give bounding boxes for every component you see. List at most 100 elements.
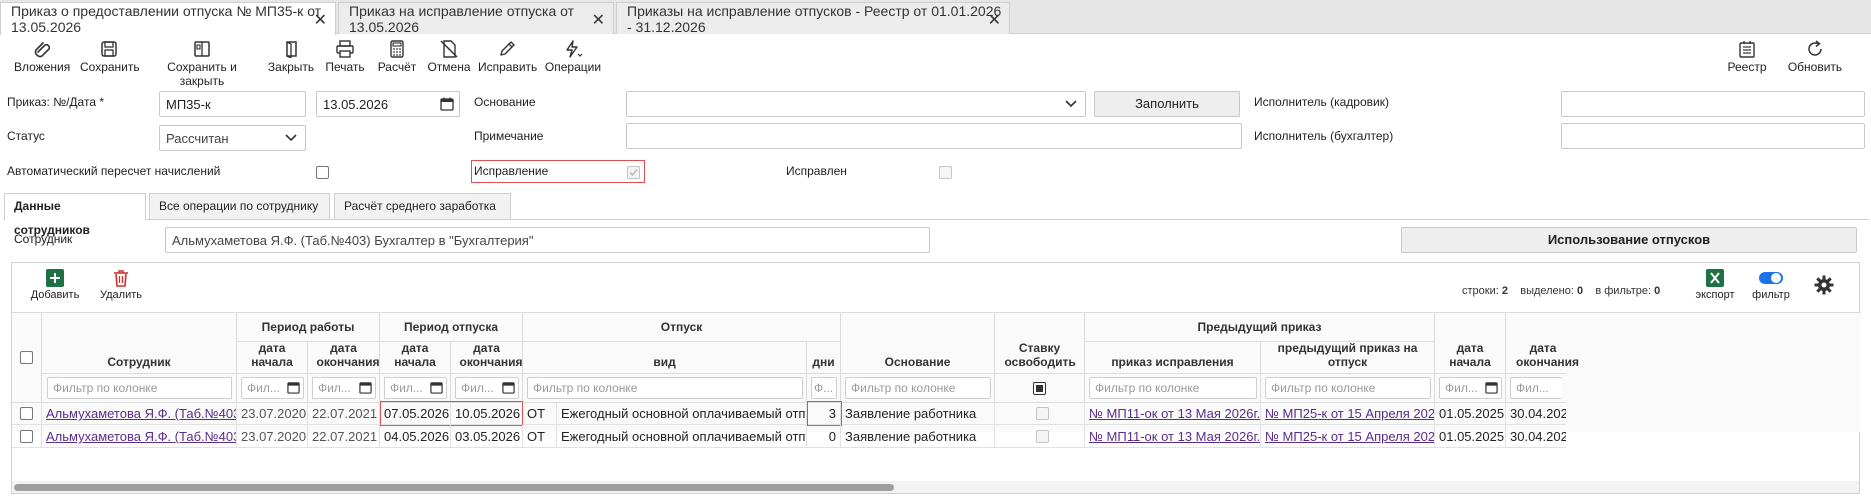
- executor-acc-input[interactable]: [1561, 123, 1865, 149]
- prev-vacation-order-header[interactable]: предыдущий приказ на отпуск: [1261, 341, 1435, 374]
- vacation-end-header[interactable]: дата окончания: [451, 341, 523, 374]
- registry-button[interactable]: Реестр: [1724, 40, 1770, 80]
- employee-column-header[interactable]: Сотрудник: [42, 313, 237, 374]
- vacation-kind-header[interactable]: вид: [523, 342, 807, 374]
- save-icon: [101, 41, 117, 57]
- prev-vacation-order-link[interactable]: № МП25-к от 15 Апреля 2026г.: [1261, 402, 1435, 425]
- prev-vacation-order-filter-input[interactable]: Фильтр по колонке: [1265, 377, 1431, 399]
- calendar-icon[interactable]: [287, 381, 300, 394]
- work-start-filter-input[interactable]: Фил...: [241, 377, 304, 399]
- free-rate-filter-checkbox[interactable]: [1033, 381, 1046, 395]
- save-close-button[interactable]: Сохранить и закрыть: [148, 40, 256, 88]
- prev-start-title: дата начала: [1449, 341, 1491, 369]
- tab-all-operations[interactable]: Все операции по сотруднику: [149, 193, 330, 219]
- gear-icon[interactable]: [1814, 275, 1834, 295]
- prev-start-cell: 01.05.2025: [1435, 425, 1506, 448]
- employee-filter-input[interactable]: Фильтр по колонке: [47, 377, 232, 399]
- checkmark-icon: [629, 168, 638, 177]
- close-button[interactable]: Закрыть: [266, 40, 316, 80]
- note-input[interactable]: [626, 123, 1242, 149]
- tab-correction-registry[interactable]: Приказы на исправление отпусков - Реестр…: [616, 2, 1010, 35]
- vacation-days-filter-input[interactable]: Ф...: [811, 377, 837, 399]
- export-button[interactable]: экспорт: [1692, 269, 1738, 301]
- basis-filter-input[interactable]: Фильтр по колонке: [845, 377, 991, 399]
- basis-column-header[interactable]: Основание: [841, 313, 995, 374]
- indeterminate-mark: [1036, 384, 1043, 392]
- calendar-icon[interactable]: [359, 381, 372, 394]
- delete-row-button[interactable]: Удалить: [98, 269, 144, 301]
- vacation-start-header[interactable]: дата начала: [380, 341, 451, 374]
- vacation-days-cell[interactable]: 0: [807, 425, 841, 448]
- printer-icon: [336, 40, 354, 58]
- filtered-count-value: 0: [1654, 285, 1661, 297]
- calc-button[interactable]: Расчёт: [374, 40, 420, 80]
- vacation-start-filter-input[interactable]: Фил...: [384, 377, 447, 399]
- prev-end-filter-input[interactable]: Фил...: [1510, 377, 1562, 399]
- vacation-title: Отпуск: [660, 320, 703, 334]
- work-end-filter-input[interactable]: Фил...: [312, 377, 376, 399]
- operations-label: Операции: [544, 60, 602, 74]
- registry-label: Реестр: [1727, 60, 1767, 74]
- status-value: Рассчитан: [166, 131, 229, 146]
- prev-vacation-order-link[interactable]: № МП25-к от 15 Апреля 2026г.: [1261, 425, 1435, 448]
- prev-start-filter-input[interactable]: Фил...: [1439, 377, 1502, 399]
- vacation-start-cell[interactable]: 04.05.2026: [380, 425, 451, 448]
- tab-avg-earnings[interactable]: Расчёт среднего заработка: [334, 193, 511, 219]
- vacation-days-header[interactable]: дни: [807, 342, 841, 374]
- prev-end-header[interactable]: дата окончания: [1506, 313, 1579, 374]
- add-row-button[interactable]: Добавить: [30, 269, 80, 301]
- vacation-usage-button[interactable]: Использование отпусков: [1401, 227, 1857, 253]
- row-checkbox[interactable]: [20, 407, 33, 420]
- order-number-input[interactable]: МП35-к: [159, 91, 306, 117]
- horizontal-scrollbar[interactable]: [12, 481, 1859, 493]
- fill-button[interactable]: Заполнить: [1094, 91, 1240, 117]
- filter-toggle[interactable]: фильтр: [1748, 269, 1794, 301]
- auto-recalc-checkbox[interactable]: [316, 166, 329, 179]
- free-rate-header[interactable]: Ставку освободить: [995, 313, 1085, 374]
- cancel-button[interactable]: Отмена: [426, 40, 472, 80]
- status-select[interactable]: Рассчитан: [159, 125, 306, 151]
- registry-icon: [1739, 41, 1755, 58]
- tab-vacation-order[interactable]: Приказ о предоставлении отпуска № МП35-к…: [0, 2, 336, 35]
- tab-employee-data[interactable]: Данные сотрудников: [4, 193, 146, 237]
- basis-select[interactable]: [626, 91, 1086, 117]
- close-icon[interactable]: ✕: [988, 10, 1001, 30]
- employee-link[interactable]: Альмухаметова Я.Ф. (Таб.№403): [42, 425, 237, 448]
- fix-order-link[interactable]: № МП11-ок от 13 Мая 2026г.: [1085, 425, 1261, 448]
- work-period-title: Период работы: [261, 320, 355, 334]
- row-checkbox[interactable]: [20, 430, 33, 443]
- correction-label: Исправление: [474, 164, 549, 178]
- free-rate-cell: [995, 402, 1085, 425]
- work-start-title: дата начала: [251, 341, 293, 369]
- order-date-input[interactable]: 13.05.2026: [316, 91, 460, 117]
- employee-field[interactable]: Альмухаметова Я.Ф. (Таб.№403) Бухгалтер …: [165, 227, 930, 253]
- calendar-icon[interactable]: [440, 97, 454, 111]
- work-start-header[interactable]: дата начала: [237, 341, 308, 374]
- close-icon[interactable]: ✕: [314, 10, 327, 30]
- work-end-header[interactable]: дата окончания: [308, 341, 380, 374]
- fix-button[interactable]: Исправить: [478, 40, 537, 80]
- refresh-button[interactable]: Обновить: [1784, 40, 1846, 80]
- calendar-icon[interactable]: [1485, 381, 1498, 394]
- tab-correction-order[interactable]: Приказ на исправление отпуска от 13.05.2…: [338, 2, 614, 35]
- attachments-button[interactable]: Вложения: [14, 40, 70, 80]
- employee-link[interactable]: Альмухаметова Я.Ф. (Таб.№403): [42, 402, 237, 425]
- vacation-end-cell[interactable]: 03.05.2026: [451, 425, 523, 448]
- operations-button[interactable]: Операции: [544, 40, 602, 80]
- fix-order-link[interactable]: № МП11-ок от 13 Мая 2026г.: [1085, 402, 1261, 425]
- fix-order-filter-input[interactable]: Фильтр по колонке: [1089, 377, 1257, 399]
- print-button[interactable]: Печать: [322, 40, 368, 80]
- rows-count-value: 2: [1501, 285, 1508, 297]
- vacation-kind-filter-input[interactable]: Фильтр по колонке: [527, 377, 803, 399]
- prev-start-header[interactable]: дата начала: [1435, 313, 1506, 374]
- close-icon[interactable]: ✕: [592, 10, 605, 30]
- calendar-icon[interactable]: [502, 381, 515, 394]
- save-button[interactable]: Сохранить: [80, 40, 140, 80]
- executor-hr-input[interactable]: [1561, 91, 1865, 117]
- select-all-checkbox[interactable]: [20, 351, 33, 364]
- calendar-icon[interactable]: [430, 381, 443, 394]
- executor-acc-label: Исполнитель (бухгалтер): [1254, 129, 1394, 143]
- fix-order-header[interactable]: приказ исправления: [1085, 342, 1261, 374]
- vacation-end-filter-input[interactable]: Фил...: [455, 377, 519, 399]
- scrollbar-thumb[interactable]: [14, 484, 894, 491]
